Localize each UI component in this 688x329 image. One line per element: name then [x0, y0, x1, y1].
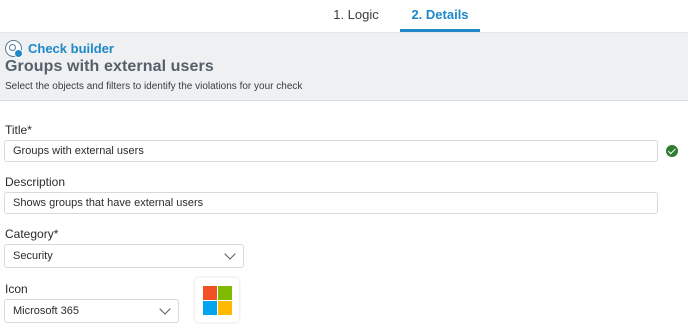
page-title: Groups with external users [5, 58, 214, 75]
builder-breadcrumb: Check builder [5, 38, 114, 58]
icon-select[interactable]: Microsoft 365 [4, 299, 179, 323]
icon-label: Icon [5, 282, 28, 296]
page-header: Check builder Groups with external users… [0, 33, 688, 101]
category-selected-value: Security [13, 250, 53, 262]
tab-details[interactable]: 2. Details [400, 0, 480, 32]
icon-preview [195, 278, 239, 322]
top-tab-bar: 1. Logic 2. Details [0, 0, 688, 33]
checkmark-circle-icon [666, 145, 678, 157]
title-input[interactable]: Groups with external users [4, 140, 658, 162]
chevron-down-icon [159, 303, 171, 315]
microsoft-logo-icon [203, 286, 232, 315]
chevron-down-icon [224, 248, 236, 260]
category-select[interactable]: Security [4, 244, 244, 268]
icon-selected-value: Microsoft 365 [13, 305, 80, 317]
page-subtitle: Select the objects and filters to identi… [5, 81, 303, 92]
title-label: Title* [5, 123, 32, 137]
category-label: Category* [5, 227, 59, 241]
check-builder-icon [5, 39, 23, 58]
description-label: Description [5, 175, 66, 189]
description-input[interactable]: Shows groups that have external users [4, 192, 658, 214]
tab-logic[interactable]: 1. Logic [320, 0, 392, 32]
builder-label: Check builder [28, 40, 114, 56]
